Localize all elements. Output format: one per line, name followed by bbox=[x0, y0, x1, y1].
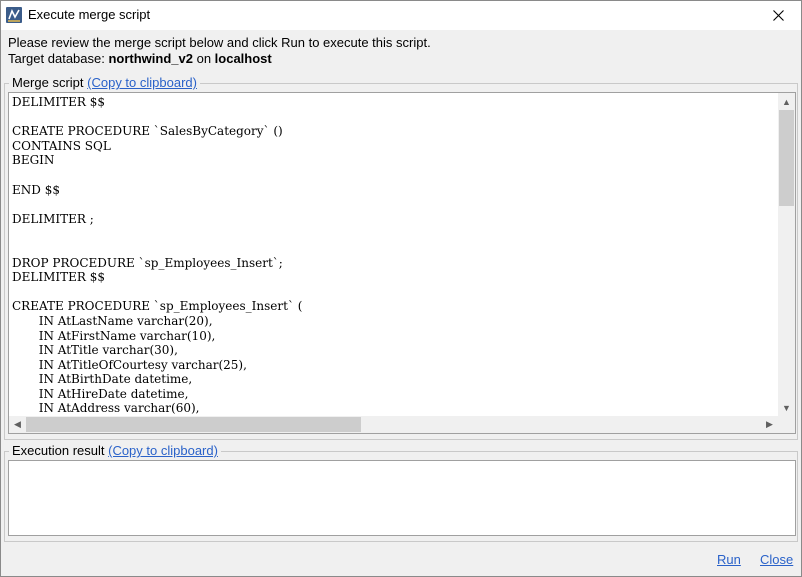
merge-script-copy-link[interactable]: (Copy to clipboard) bbox=[87, 75, 197, 90]
title-bar[interactable]: Execute merge script bbox=[1, 1, 801, 30]
execution-result-label: Execution result bbox=[12, 443, 109, 458]
intro-text: Please review the merge script below and… bbox=[8, 35, 431, 67]
close-icon bbox=[772, 10, 784, 21]
vertical-scrollbar[interactable]: ▲ ▼ bbox=[778, 93, 795, 416]
merge-script-textarea[interactable]: DELIMITER $$ CREATE PROCEDURE `SalesByCa… bbox=[8, 92, 796, 434]
target-database-line: Target database: northwind_v2 on localho… bbox=[8, 51, 431, 67]
window-title: Execute merge script bbox=[28, 7, 151, 22]
merge-script-dialog: Execute merge script Please review the m… bbox=[0, 0, 802, 577]
horizontal-scrollbar[interactable]: ◀ ▶ bbox=[9, 416, 778, 433]
execution-result-header: Execution result (Copy to clipboard) bbox=[9, 443, 221, 458]
merge-script-header: Merge script (Copy to clipboard) bbox=[9, 75, 200, 90]
on-text: on bbox=[192, 51, 215, 66]
scroll-down-arrow-icon[interactable]: ▼ bbox=[778, 399, 795, 416]
scrollbar-corner bbox=[778, 416, 795, 433]
close-button[interactable]: Close bbox=[760, 552, 793, 567]
host-name: localhost bbox=[214, 51, 272, 66]
window-close-button[interactable] bbox=[755, 1, 801, 30]
execution-result-copy-link[interactable]: (Copy to clipboard) bbox=[108, 443, 218, 458]
instruction-text: Please review the merge script below and… bbox=[8, 35, 431, 50]
vertical-scroll-thumb[interactable] bbox=[779, 110, 794, 206]
app-icon bbox=[6, 7, 22, 23]
execution-result-textarea[interactable] bbox=[8, 460, 796, 536]
run-button[interactable]: Run bbox=[717, 552, 741, 567]
scroll-right-arrow-icon[interactable]: ▶ bbox=[761, 416, 778, 433]
scroll-left-arrow-icon[interactable]: ◀ bbox=[9, 416, 26, 433]
merge-script-label: Merge script bbox=[12, 75, 88, 90]
target-prefix: Target database: bbox=[8, 51, 109, 66]
merge-script-content: DELIMITER $$ CREATE PROCEDURE `SalesByCa… bbox=[12, 95, 303, 416]
database-name: northwind_v2 bbox=[108, 51, 193, 66]
horizontal-scroll-thumb[interactable] bbox=[26, 417, 361, 432]
scroll-up-arrow-icon[interactable]: ▲ bbox=[778, 93, 795, 110]
